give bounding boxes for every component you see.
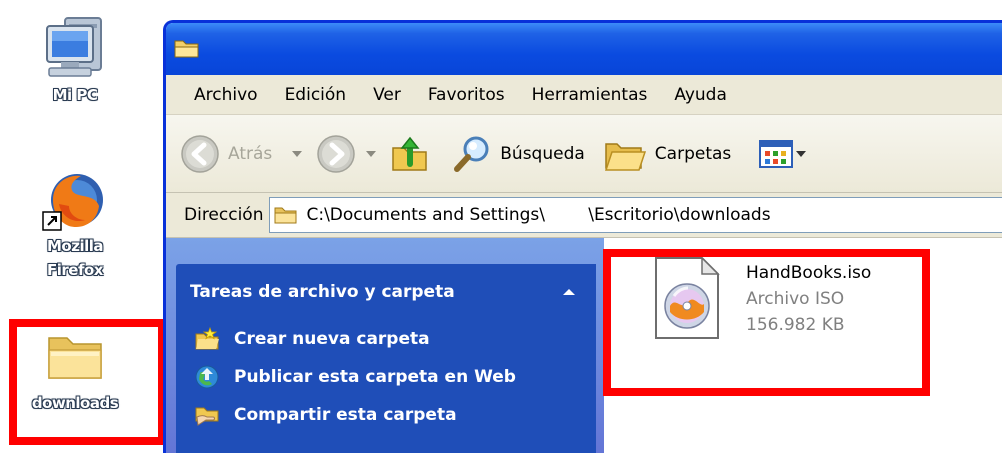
collapse-chevron-icon [563,289,575,295]
desktop-icon-label: downloads [31,394,119,412]
back-button-label: Atrás [228,143,273,164]
firefox-icon [42,174,103,231]
up-folder-button[interactable] [390,134,430,174]
address-label: Dirección [184,205,264,225]
file-folder-tasks-panel: Tareas de archivo y carpeta Crear nueva … [176,264,596,453]
search-button[interactable]: Búsqueda [452,134,585,174]
back-history-dropdown[interactable] [292,150,303,157]
publish-web-icon [195,365,219,389]
task-pane: Tareas de archivo y carpeta Crear nueva … [166,238,604,453]
folder-icon [274,207,297,224]
forward-button[interactable] [316,134,356,174]
desktop-icon-label: Mozilla Firefox [46,237,104,279]
menu-bar: Archivo Edición Ver Favoritos Herramient… [166,75,1002,115]
window-content: Tareas de archivo y carpeta Crear nueva … [166,238,1002,453]
folder-icon [48,337,102,379]
task-publish-web[interactable]: Publicar esta carpeta en Web [194,358,596,396]
folders-button-label: Carpetas [654,143,732,164]
forward-arrow-icon [317,134,356,173]
desktop-icon-downloads[interactable]: downloads [0,330,150,416]
task-panel-title: Tareas de archivo y carpeta [190,282,455,302]
share-folder-icon [195,407,219,426]
desktop-icon-firefox[interactable]: Mozilla Firefox [0,170,150,282]
back-button[interactable]: Atrás [180,134,272,174]
file-item-handbooks-iso[interactable]: HandBooks.iso Archivo ISO 156.982 KB [652,256,871,340]
desktop-icon-label: Mi PC [52,86,98,104]
file-details: HandBooks.iso Archivo ISO 156.982 KB [746,256,871,338]
menu-archivo[interactable]: Archivo [194,85,258,105]
iso-file-icon [655,256,720,339]
menu-edicion[interactable]: Edición [285,85,347,105]
folder-icon [174,40,199,58]
explorer-window: Archivo Edición Ver Favoritos Herramient… [163,20,1002,453]
desktop-icon-my-computer[interactable]: Mi PC [0,12,150,108]
search-button-label: Búsqueda [500,143,585,164]
task-panel-header[interactable]: Tareas de archivo y carpeta [176,264,596,320]
task-new-folder[interactable]: Crear nueva carpeta [194,320,596,358]
menu-ayuda[interactable]: Ayuda [674,85,727,105]
address-bar: Dirección C:\Documents and Settings\ \Es… [166,193,1002,238]
task-label: Compartir esta carpeta [234,405,457,425]
views-grid-icon [759,139,794,168]
address-path: C:\Documents and Settings\ \Escritorio\d… [306,205,771,225]
title-bar[interactable] [166,23,1002,75]
task-label: Publicar esta carpeta en Web [234,367,516,387]
toolbar: Atrás Búsqueda Carpetas [166,115,1002,193]
new-folder-icon [195,327,219,350]
menu-favoritos[interactable]: Favoritos [428,85,505,105]
task-label: Crear nueva carpeta [234,329,430,349]
forward-history-dropdown[interactable] [366,150,377,157]
folders-button[interactable]: Carpetas [603,134,731,174]
my-computer-icon [46,17,102,77]
file-type: Archivo ISO [746,289,845,309]
folder-up-icon [392,136,428,171]
file-name: HandBooks.iso [746,263,872,283]
search-icon [454,136,489,172]
menu-herramientas[interactable]: Herramientas [532,85,648,105]
folders-icon [604,142,646,171]
views-dropdown-arrow [796,150,807,157]
task-share-folder[interactable]: Compartir esta carpeta [194,396,596,434]
file-list-pane: HandBooks.iso Archivo ISO 156.982 KB [604,238,1002,453]
address-input[interactable]: C:\Documents and Settings\ \Escritorio\d… [269,197,1002,233]
task-list: Crear nueva carpeta Publicar esta carpet… [176,320,596,434]
views-button[interactable] [759,139,807,169]
back-arrow-icon [181,134,219,173]
file-size: 156.982 KB [746,315,845,335]
menu-ver[interactable]: Ver [373,85,401,105]
